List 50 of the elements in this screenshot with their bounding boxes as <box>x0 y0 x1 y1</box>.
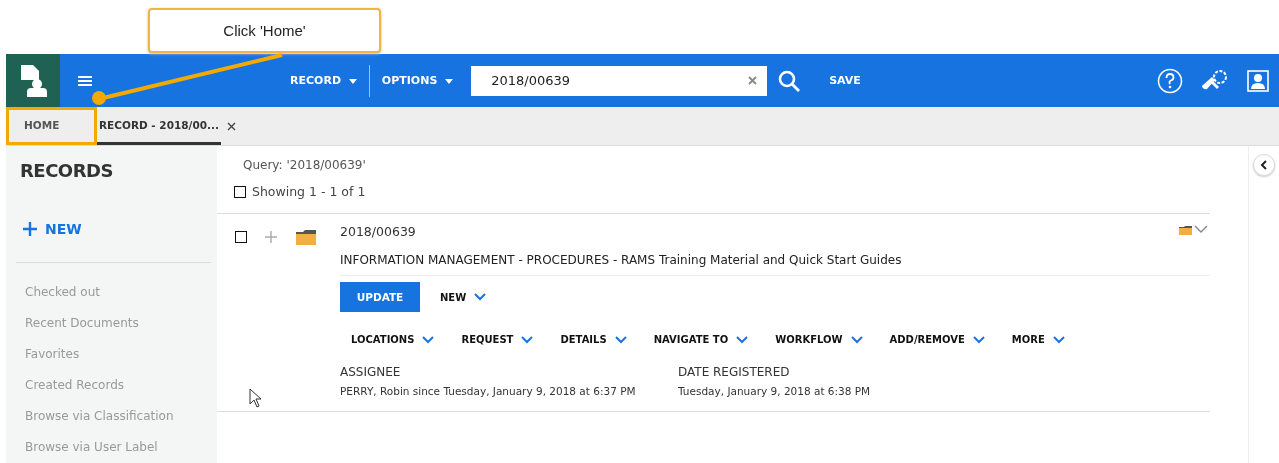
record-checkbox[interactable] <box>235 231 247 243</box>
action-dropdown[interactable]: WORKFLOW <box>775 334 863 345</box>
caret-icon <box>348 78 357 84</box>
action-dropdown[interactable]: DETAILS <box>560 334 627 345</box>
action-dropdown[interactable]: MORE <box>1011 334 1065 345</box>
query-text: Query: '2018/00639' <box>242 158 367 172</box>
chevron-down-icon <box>614 335 627 344</box>
callout-box: Click 'Home' <box>148 8 381 53</box>
menu-icon[interactable] <box>78 74 92 87</box>
user-profile-icon[interactable] <box>1247 69 1269 92</box>
action-dropdown[interactable]: NAVIGATE TO <box>653 334 749 345</box>
chevron-down-icon <box>521 335 534 344</box>
search-icon[interactable] <box>777 68 802 93</box>
field-value: Tuesday, January 9, 2018 at 6:38 PM <box>678 385 871 397</box>
result-count: Showing 1 - 1 of 1 <box>252 184 366 199</box>
sidebar-title: RECORDS <box>19 160 114 181</box>
mouse-cursor-icon <box>249 388 262 408</box>
chevron-left-icon <box>1260 160 1268 170</box>
close-icon[interactable] <box>227 121 236 131</box>
save-button[interactable]: SAVE <box>819 74 861 87</box>
clear-icon[interactable] <box>748 76 758 85</box>
chevron-down-icon <box>1052 335 1065 344</box>
record-number[interactable]: 2018/00639 <box>340 224 1210 239</box>
new-record-button[interactable]: NEW <box>6 221 82 237</box>
new-dropdown[interactable]: NEW <box>440 291 487 303</box>
record-title: INFORMATION MANAGEMENT - PROCEDURES - RAMS Training Material and Quick Start Guides <box>340 253 1210 276</box>
update-button[interactable]: UPDATE <box>340 282 420 312</box>
chevron-down-icon <box>736 335 749 344</box>
chevron-down-icon <box>422 335 435 344</box>
select-all-checkbox[interactable] <box>234 185 246 198</box>
chevron-down-icon <box>474 293 487 301</box>
plus-icon <box>22 221 38 237</box>
field-label: ASSIGNEE <box>340 365 402 379</box>
action-dropdown[interactable]: ADD/REMOVE <box>889 334 985 345</box>
menu-dropdown[interactable]: RECORD <box>290 74 357 87</box>
action-dropdown[interactable]: REQUEST <box>461 334 534 345</box>
tab[interactable]: HOME <box>6 107 97 145</box>
action-dropdown[interactable]: LOCATIONS <box>351 334 435 345</box>
field-value: PERRY, Robin since Tuesday, January 9, 2018 at 6:37 PM <box>340 385 637 397</box>
menu-dropdown[interactable]: OPTIONS <box>381 74 454 87</box>
help-icon[interactable] <box>1157 67 1183 94</box>
chevron-down-icon <box>850 335 863 344</box>
field-label: DATE REGISTERED <box>678 365 791 379</box>
search-field[interactable]: 2018/00639 <box>471 65 768 96</box>
caret-icon <box>445 78 454 84</box>
collapse-panel-button[interactable] <box>1253 154 1275 176</box>
folder-icon <box>295 228 317 246</box>
app-logo-icon[interactable] <box>6 54 60 107</box>
folder-dropdown-icon[interactable] <box>1178 224 1210 236</box>
chevron-down-icon <box>972 335 985 344</box>
